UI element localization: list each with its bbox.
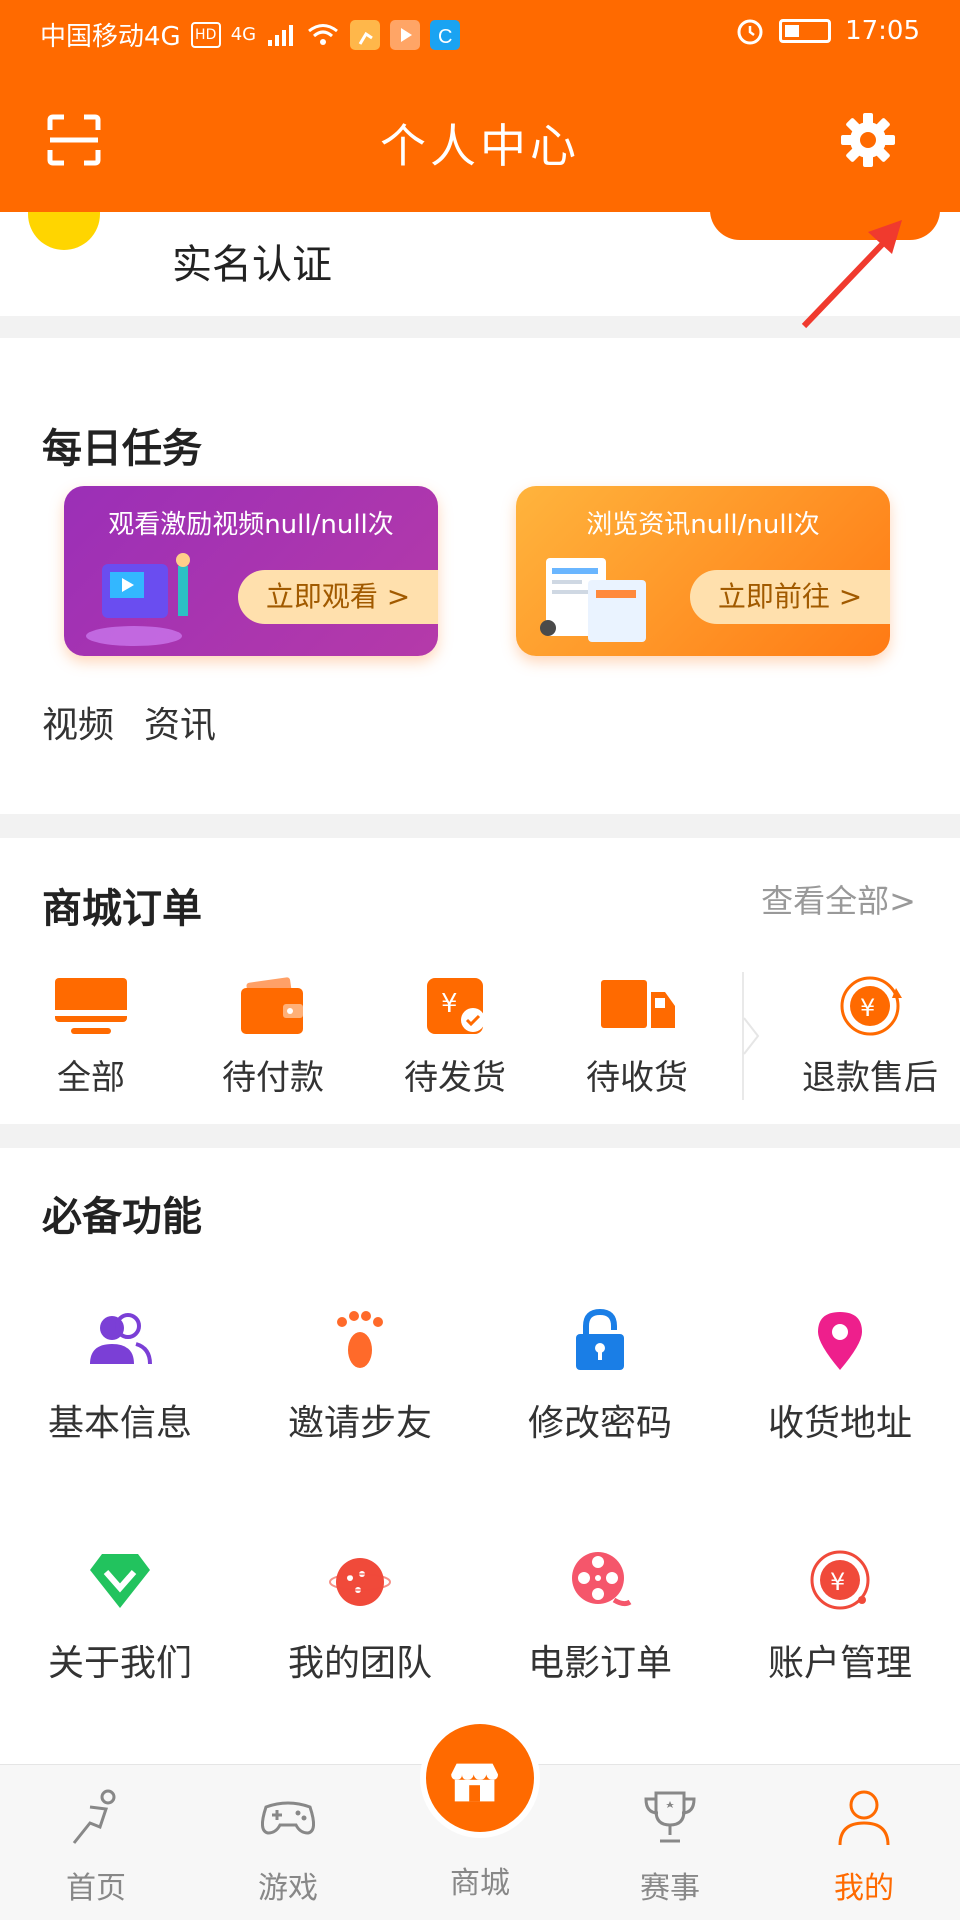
team-planet-icon (329, 1558, 391, 1606)
nav-events[interactable]: 赛事 (600, 1787, 740, 1907)
go-now-button[interactable]: 立即前往 > (690, 570, 890, 624)
feature-shipping-address[interactable]: 收货地址 (730, 1308, 950, 1446)
order-refund[interactable]: ¥ 退款售后 (790, 974, 950, 1099)
feature-change-password[interactable]: 修改密码 (490, 1308, 710, 1446)
lock-icon (576, 1308, 624, 1370)
feature-about-us[interactable]: 关于我们 (10, 1548, 230, 1686)
svg-text:¥: ¥ (830, 1568, 845, 1596)
daily-tasks-title: 每日任务 (42, 426, 202, 472)
video-task-title: 观看激励视频null/null次 (108, 510, 394, 540)
order-pending-ship-label: 待发货 (404, 1058, 506, 1098)
nav-mine[interactable]: 我的 (794, 1787, 934, 1907)
view-all-orders-link[interactable]: 查看全部> (761, 876, 916, 922)
feature-my-team[interactable]: 我的团队 (250, 1548, 470, 1686)
play-app-icon (390, 19, 421, 50)
order-pending-receive[interactable]: 待收货 (562, 974, 712, 1099)
feature-account-management-label: 账户管理 (767, 1643, 912, 1684)
runner-icon (72, 1789, 116, 1844)
video-task-card[interactable]: 观看激励视频null/null次 立即观看 > (64, 486, 438, 656)
feature-invite-friends-label: 邀请步友 (287, 1403, 432, 1444)
order-pending-payment-label: 待付款 (222, 1058, 324, 1098)
clock-time: 17:05 (845, 16, 920, 46)
mall-orders-section: 商城订单 查看全部> 全部 待付款 ¥ 待发货 待收货 ¥ 退款售后 (0, 838, 960, 1124)
nav-games[interactable]: 游戏 (218, 1787, 358, 1907)
order-pending-ship[interactable]: ¥ 待发货 (380, 974, 530, 1099)
daily-tasks-section: 每日任务 观看激励视频null/null次 立即观看 > 浏览资讯null/nu… (0, 338, 960, 814)
svg-text:¥: ¥ (441, 989, 458, 1019)
nav-games-label: 游戏 (258, 1871, 318, 1906)
feature-movie-orders[interactable]: 电影订单 (490, 1548, 710, 1686)
verify-label: 实名认证 (172, 242, 332, 288)
order-refund-label: 退款售后 (802, 1058, 938, 1098)
feature-invite-friends[interactable]: 邀请步友 (250, 1308, 470, 1446)
feature-about-us-label: 关于我们 (47, 1643, 192, 1684)
header-bar: 中国移动4G HD 4G C 17:05 个人中心 (0, 0, 960, 212)
tab-video[interactable]: 视频 (42, 696, 114, 748)
order-pending-payment[interactable]: 待付款 (198, 974, 348, 1099)
battery-icon (779, 19, 832, 43)
yen-coin-icon: ¥ (810, 1550, 870, 1610)
gamepad-icon (261, 1801, 315, 1835)
nav-home[interactable]: 首页 (26, 1787, 166, 1907)
alarm-icon (737, 19, 763, 45)
settings-gear-icon[interactable] (840, 112, 896, 168)
nav-mine-label: 我的 (834, 1871, 894, 1906)
signal-bars-icon (268, 24, 294, 46)
feature-basic-info-label: 基本信息 (47, 1403, 192, 1444)
nav-mall-label: 商城 (450, 1866, 510, 1901)
feature-movie-orders-label: 电影订单 (527, 1643, 672, 1684)
monitor-icon (55, 978, 127, 1034)
feature-basic-info[interactable]: 基本信息 (10, 1308, 230, 1446)
wifi-icon (308, 23, 339, 45)
orders-title: 商城订单 (42, 886, 202, 932)
feature-change-password-label: 修改密码 (527, 1403, 672, 1444)
nav-events-label: 赛事 (640, 1871, 700, 1906)
essential-features-section: 必备功能 基本信息 邀请步友 修改密码 收货地址 关于我们 我的团队 电影订单 … (0, 1148, 960, 1764)
chevron-right-icon (743, 1017, 760, 1055)
c-app-icon: C (430, 19, 461, 50)
svg-text:¥: ¥ (860, 994, 875, 1022)
diamond-icon (90, 1554, 150, 1608)
video-illustration-icon (86, 553, 190, 646)
yen-box-icon: ¥ (427, 978, 485, 1034)
status-bar: 中国移动4G HD 4G C 17:05 (0, 0, 960, 64)
location-pin-icon (818, 1312, 862, 1370)
wallet-icon (241, 977, 303, 1034)
feature-shipping-address-label: 收货地址 (767, 1403, 912, 1444)
trophy-icon (644, 1791, 696, 1843)
tab-news[interactable]: 资讯 (144, 696, 216, 748)
truck-icon (601, 980, 675, 1028)
runner-app-icon (350, 19, 381, 50)
news-illustration-icon (540, 558, 646, 642)
store-icon (451, 1763, 498, 1802)
order-pending-receive-label: 待收货 (586, 1058, 688, 1098)
annotation-arrow-icon (801, 220, 902, 329)
nav-home-label: 首页 (66, 1871, 126, 1906)
svg-text:C: C (438, 26, 452, 48)
news-task-title: 浏览资讯null/null次 (586, 510, 820, 540)
page-title: 个人中心 (380, 119, 580, 173)
footprint-icon (337, 1311, 383, 1368)
user-icon (838, 1790, 890, 1846)
nav-mall-button[interactable] (420, 1718, 540, 1838)
task-tabs: 视频 资讯 (42, 696, 216, 748)
refund-yen-icon: ¥ (840, 976, 902, 1036)
feature-my-team-label: 我的团队 (287, 1643, 432, 1684)
order-all-label: 全部 (57, 1058, 125, 1098)
news-task-card[interactable]: 浏览资讯null/null次 立即前往 > (516, 486, 890, 656)
order-all[interactable]: 全部 (16, 974, 166, 1099)
level-badge-icon (28, 212, 100, 250)
users-icon (90, 1313, 152, 1365)
features-title: 必备功能 (42, 1194, 202, 1240)
carrier-label: 中国移动4G (40, 22, 181, 52)
watch-now-button[interactable]: 立即观看 > (238, 570, 438, 624)
hd-badge: HD (190, 21, 221, 48)
film-reel-icon (572, 1552, 632, 1607)
signal-icon: 4G (230, 24, 257, 45)
feature-account-management[interactable]: ¥ 账户管理 (730, 1548, 950, 1686)
